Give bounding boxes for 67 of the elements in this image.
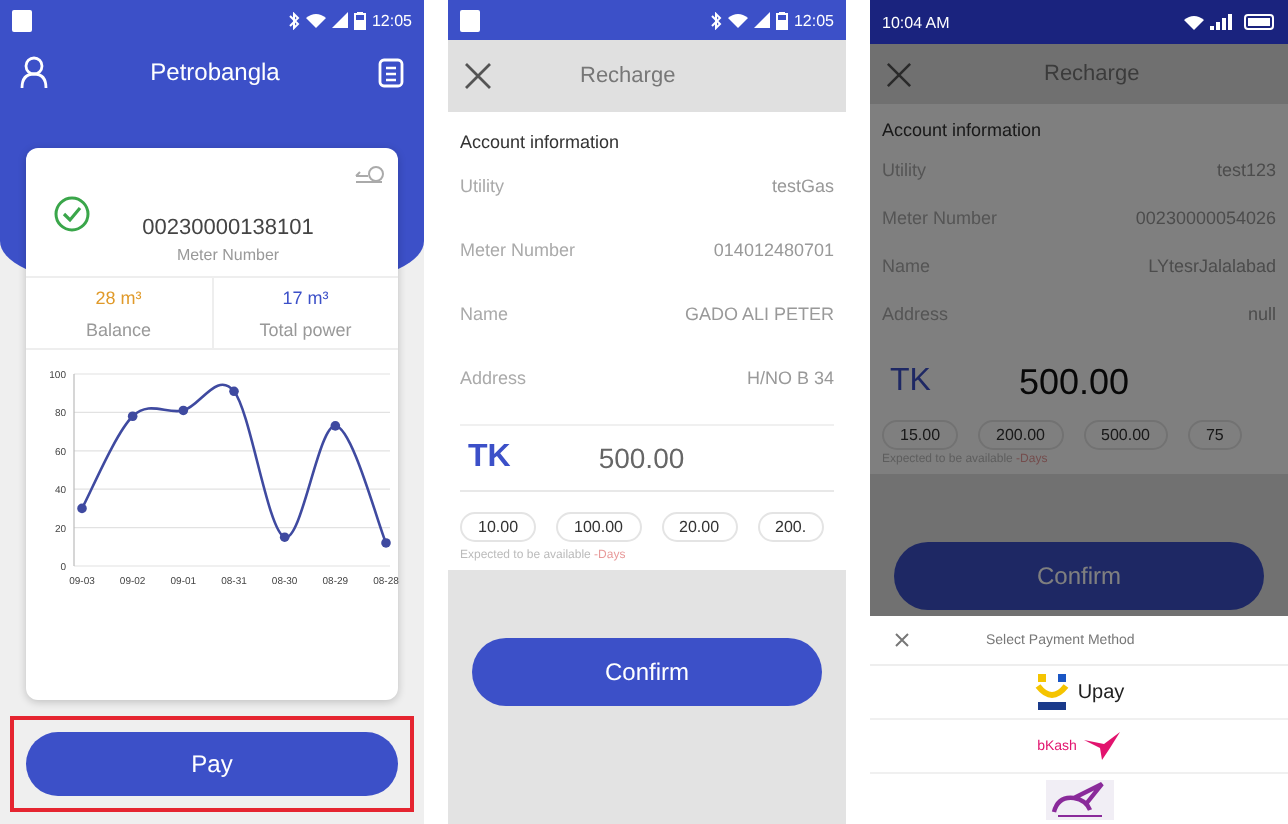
data-point (77, 503, 87, 514)
data-point (229, 386, 239, 397)
notification-icon (12, 9, 32, 31)
amount-chip[interactable]: 200.00 (978, 420, 1063, 450)
notification-icon (460, 9, 480, 31)
currency-label: TK (890, 364, 931, 400)
check-circle-icon (54, 196, 90, 232)
wifi-icon (305, 12, 326, 28)
app-title: Petrobangla (150, 58, 280, 86)
battery-icon (1244, 14, 1276, 30)
amount-chip[interactable]: 15.00 (882, 420, 959, 450)
field-value: 014012480701 (713, 240, 834, 260)
field-label: Utility (460, 176, 504, 196)
data-point (127, 411, 138, 422)
confirm-button[interactable]: Confirm (472, 638, 822, 706)
balance-label: Balance (85, 320, 152, 340)
field-value: GADO ALI PETER (684, 304, 834, 324)
field-label: Address (460, 368, 527, 388)
total-power-label: Total power (259, 320, 352, 340)
bluetooth-icon (709, 11, 722, 29)
meter-number: 00230000138101 (142, 216, 314, 240)
data-point (330, 421, 341, 431)
document-icon[interactable] (378, 57, 404, 87)
bird-logo-icon (1084, 732, 1121, 760)
status-time: 12:05 (371, 11, 412, 29)
payment-method-item[interactable]: Upay (870, 666, 1288, 720)
method-label: Upay (1077, 681, 1125, 703)
data-point (279, 532, 290, 542)
field-value: testGas (771, 176, 834, 196)
signal-icon (1210, 14, 1238, 30)
meter-number-label: Meter Number (176, 246, 280, 264)
close-icon[interactable] (886, 61, 912, 87)
amount-chip[interactable]: 200. (757, 512, 825, 542)
signal-icon (753, 12, 770, 28)
bluetooth-icon (287, 11, 300, 29)
field-value: H/NO B 34 (746, 368, 834, 388)
user-icon[interactable] (20, 56, 52, 88)
field-label: Meter Number (460, 240, 576, 260)
amount-chip[interactable]: 20.00 (661, 512, 738, 542)
confirm-button[interactable]: Confirm (894, 542, 1264, 610)
battery-icon (775, 11, 788, 29)
data-point (178, 405, 189, 416)
amount-chip[interactable]: 500.00 (1083, 420, 1168, 450)
pay-button[interactable]: Pay (26, 732, 398, 796)
total-power-value: 17 m³ (282, 288, 329, 308)
upay-logo-icon (1033, 672, 1070, 712)
wifi-icon (1184, 14, 1204, 30)
section-title: Account information (882, 118, 1044, 144)
currency-label: TK (468, 440, 511, 476)
section-title: Account information (460, 130, 622, 156)
balance-value: 28 m³ (95, 288, 142, 308)
rocket-logo-icon (1045, 780, 1113, 820)
status-time: 10:04 AM (882, 13, 950, 31)
data-point (381, 538, 391, 548)
amount-value[interactable]: 500.00 (1018, 361, 1130, 403)
amount-value[interactable]: 500.00 (598, 442, 685, 474)
amount-chip[interactable]: 75 (1187, 420, 1242, 450)
close-icon[interactable] (894, 632, 910, 648)
battery-icon (353, 11, 366, 29)
close-icon[interactable] (464, 62, 492, 90)
screen-title: Recharge (580, 64, 676, 88)
amount-chip[interactable]: 100.00 (556, 512, 641, 542)
amount-chip[interactable]: 10.00 (460, 512, 537, 542)
status-time: 12:05 (793, 11, 834, 29)
wifi-icon (727, 12, 748, 28)
field-label: Name (460, 304, 509, 324)
signal-icon (331, 12, 348, 28)
